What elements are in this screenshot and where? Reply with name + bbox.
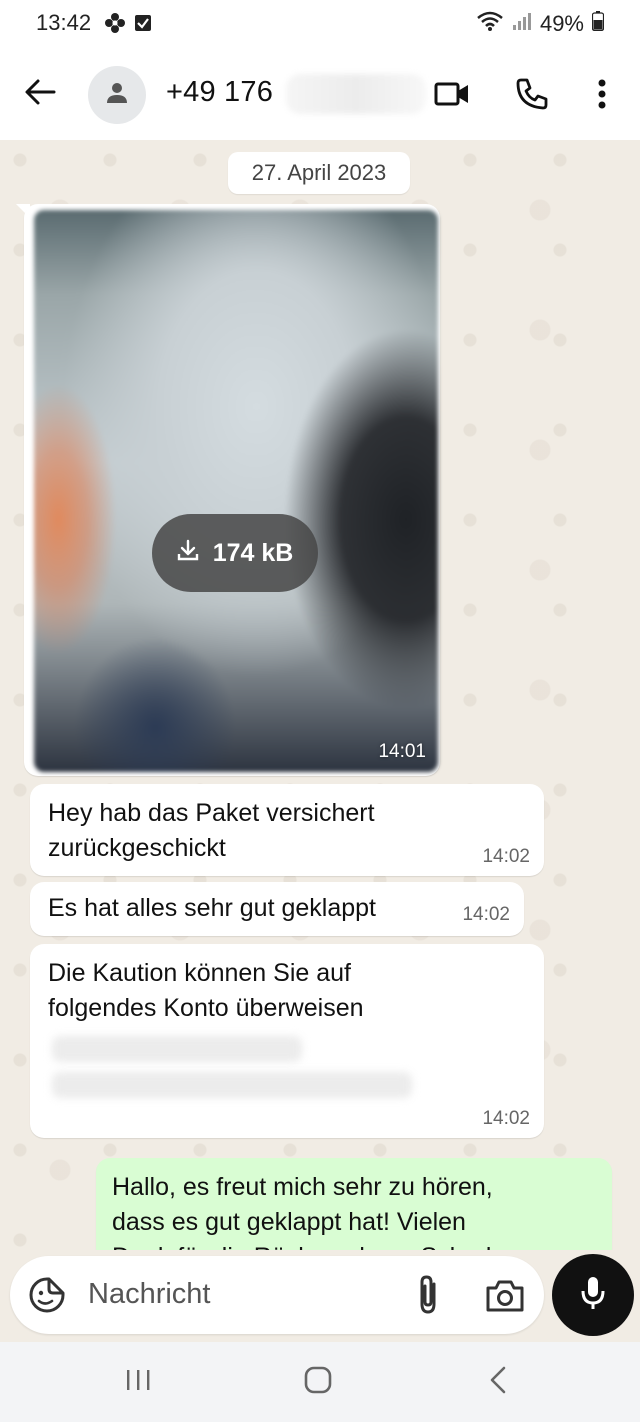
chat-area[interactable]: 27. April 2023 174 kB 14:01 Hey hab das …: [0, 140, 640, 1250]
mic-icon: [579, 1275, 607, 1316]
wifi-icon: [476, 10, 504, 38]
battery-icon: [591, 11, 605, 37]
recent-apps-icon: [124, 1368, 152, 1397]
chat-header: +49 176: [0, 48, 640, 140]
message-line: Dank für die Rücksendung. Schade: [112, 1240, 505, 1250]
checkbox-icon: [134, 14, 152, 37]
recent-apps-button[interactable]: [116, 1364, 160, 1400]
more-options-button[interactable]: [582, 76, 622, 116]
message-time: 14:02: [482, 1108, 530, 1129]
back-button[interactable]: [18, 74, 62, 114]
home-icon: [304, 1366, 332, 1399]
redacted-number: [286, 74, 426, 114]
incoming-message[interactable]: Hey hab das Paket versichert zurückgesch…: [30, 784, 544, 876]
back-chevron-icon: [488, 1366, 508, 1399]
outgoing-message[interactable]: Hallo, es freut mich sehr zu hören, dass…: [96, 1158, 612, 1250]
message-text: Es hat alles sehr gut geklappt: [48, 891, 376, 926]
download-button[interactable]: 174 kB: [152, 514, 318, 592]
image-preview-blurred[interactable]: [34, 210, 438, 772]
download-icon: [177, 539, 199, 568]
redacted-account-line: [52, 1036, 302, 1062]
message-line: Hallo, es freut mich sehr zu hören,: [112, 1173, 493, 1201]
date-separator: 27. April 2023: [228, 152, 410, 194]
redacted-account-line: [52, 1072, 412, 1098]
voice-call-button[interactable]: [512, 76, 552, 116]
more-vertical-icon: [597, 79, 607, 114]
message-line: dass es gut geklappt hat! Vielen: [112, 1208, 466, 1236]
message-placeholder[interactable]: Nachricht: [88, 1278, 211, 1311]
message-text: Die Kaution können Sie auf folgendes Kon…: [48, 956, 364, 1026]
message-text: Hey hab das Paket versichert zurückgesch…: [48, 796, 375, 866]
status-left-icons: [104, 12, 152, 39]
arrow-left-icon: [24, 78, 56, 111]
videocam-icon: [434, 80, 470, 113]
message-input[interactable]: Nachricht: [10, 1256, 544, 1334]
message-line: folgendes Konto überweisen: [48, 994, 364, 1022]
compose-bar: Nachricht: [0, 1250, 640, 1342]
status-bar: 13:42 49%: [0, 0, 640, 48]
flower-icon: [104, 12, 126, 39]
home-button[interactable]: [296, 1364, 340, 1400]
image-message[interactable]: 174 kB 14:01: [24, 204, 440, 776]
message-time: 14:02: [482, 846, 530, 867]
message-time: 14:01: [378, 741, 426, 762]
message-line: Es hat alles sehr gut geklappt: [48, 894, 376, 922]
avatar[interactable]: [88, 66, 146, 124]
nav-back-button[interactable]: [476, 1364, 520, 1400]
contact-name[interactable]: +49 176: [166, 76, 273, 109]
phone-icon: [515, 77, 549, 116]
status-time: 13:42: [36, 10, 92, 35]
mic-button[interactable]: [552, 1254, 634, 1336]
status-right: 49%: [476, 10, 605, 38]
message-time: 14:02: [462, 904, 510, 925]
video-call-button[interactable]: [432, 76, 472, 116]
person-icon: [106, 82, 128, 109]
system-nav-bar: [0, 1342, 640, 1422]
incoming-message[interactable]: Die Kaution können Sie auf folgendes Kon…: [30, 944, 544, 1138]
message-line: Die Kaution können Sie auf: [48, 959, 351, 987]
message-line: zurückgeschickt: [48, 834, 226, 862]
paperclip-icon[interactable]: [408, 1274, 448, 1316]
signal-icon: [512, 11, 532, 37]
sticker-icon[interactable]: [28, 1276, 66, 1314]
camera-icon[interactable]: [484, 1276, 526, 1316]
message-text: Hallo, es freut mich sehr zu hören, dass…: [112, 1170, 505, 1250]
download-size: 174 kB: [212, 538, 294, 567]
incoming-message[interactable]: Es hat alles sehr gut geklappt 14:02: [30, 882, 524, 936]
battery-text: 49%: [539, 11, 584, 36]
message-line: Hey hab das Paket versichert: [48, 799, 375, 827]
